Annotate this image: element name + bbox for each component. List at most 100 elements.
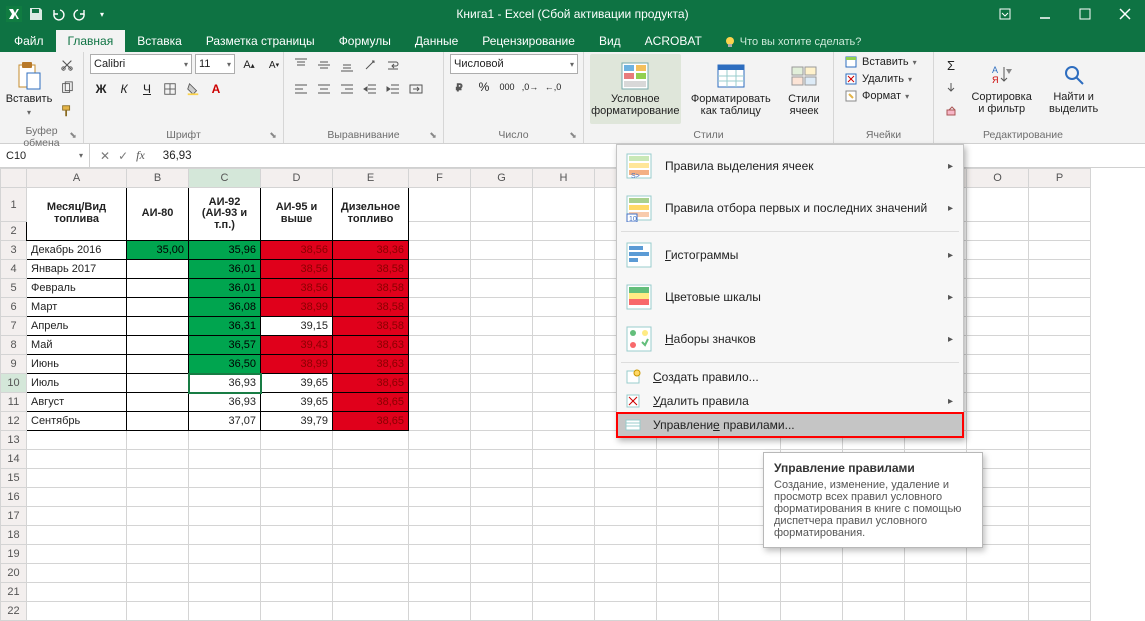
undo-icon[interactable] [50, 6, 66, 22]
align-bottom-icon[interactable] [336, 54, 358, 76]
cell-G12[interactable] [471, 412, 533, 431]
cell-D16[interactable] [261, 488, 333, 507]
cell-H2[interactable] [533, 222, 595, 241]
menu-color-scales[interactable]: Цветовые шкалы ▸ [617, 276, 963, 318]
format-as-table-button[interactable]: Форматировать как таблицу [685, 54, 777, 124]
cell-O7[interactable] [967, 317, 1029, 336]
cell-H21[interactable] [533, 583, 595, 602]
cell-P5[interactable] [1029, 279, 1091, 298]
cell-D15[interactable] [261, 469, 333, 488]
dialog-launcher-icon[interactable]: ⬊ [567, 129, 579, 141]
cell-F10[interactable] [409, 374, 471, 393]
cell-P14[interactable] [1029, 450, 1091, 469]
col-header-E[interactable]: E [333, 169, 409, 188]
cell-A10[interactable]: Июль [27, 374, 127, 393]
cell-J22[interactable] [657, 602, 719, 621]
increase-decimal-icon[interactable]: ,0→ [519, 76, 541, 98]
cell-O21[interactable] [967, 583, 1029, 602]
qat-customize-icon[interactable]: ▾ [94, 6, 110, 22]
cell-B22[interactable] [127, 602, 189, 621]
cell-E18[interactable] [333, 526, 409, 545]
cell-P12[interactable] [1029, 412, 1091, 431]
cell-D10[interactable]: 39,65 [261, 374, 333, 393]
cell-O12[interactable] [967, 412, 1029, 431]
cell-I16[interactable] [595, 488, 657, 507]
cell-H13[interactable] [533, 431, 595, 450]
dialog-launcher-icon[interactable]: ⬊ [67, 129, 79, 141]
row-header-14[interactable]: 14 [1, 450, 27, 469]
cell-H18[interactable] [533, 526, 595, 545]
cell-G14[interactable] [471, 450, 533, 469]
cell-P11[interactable] [1029, 393, 1091, 412]
fx-icon[interactable]: fx [136, 148, 145, 163]
cell-styles-button[interactable]: Стили ячеек [781, 54, 827, 124]
fill-color-button[interactable] [182, 78, 204, 100]
menu-icon-sets[interactable]: Наборы значков Наборы значков ▸ [617, 318, 963, 360]
cancel-formula-icon[interactable]: ✕ [100, 149, 110, 163]
cell-A7[interactable]: Апрель [27, 317, 127, 336]
sort-filter-button[interactable]: AЯ Сортировка и фильтр [964, 54, 1039, 124]
tab-formulas[interactable]: Формулы [327, 30, 403, 52]
cell-O8[interactable] [967, 336, 1029, 355]
cell-A12[interactable]: Сентябрь [27, 412, 127, 431]
close-icon[interactable] [1105, 0, 1145, 28]
cell-G20[interactable] [471, 564, 533, 583]
increase-indent-icon[interactable] [382, 78, 404, 100]
cell-P8[interactable] [1029, 336, 1091, 355]
cell-K20[interactable] [719, 564, 781, 583]
cell-F12[interactable] [409, 412, 471, 431]
cell-L21[interactable] [781, 583, 843, 602]
cell-E6[interactable]: 38,58 [333, 298, 409, 317]
row-header-12[interactable]: 12 [1, 412, 27, 431]
cell-G15[interactable] [471, 469, 533, 488]
cell-E13[interactable] [333, 431, 409, 450]
cell-C9[interactable]: 36,50 [189, 355, 261, 374]
cell-G6[interactable] [471, 298, 533, 317]
cell-H7[interactable] [533, 317, 595, 336]
cell-H6[interactable] [533, 298, 595, 317]
cell-E4[interactable]: 38,58 [333, 260, 409, 279]
cell-B5[interactable] [127, 279, 189, 298]
cell-H12[interactable] [533, 412, 595, 431]
cell-P17[interactable] [1029, 507, 1091, 526]
cell-H10[interactable] [533, 374, 595, 393]
cell-P18[interactable] [1029, 526, 1091, 545]
cell-H14[interactable] [533, 450, 595, 469]
tab-file[interactable]: Файл [2, 30, 56, 52]
select-all-corner[interactable] [1, 169, 27, 188]
cell-A4[interactable]: Январь 2017 [27, 260, 127, 279]
cell-I21[interactable] [595, 583, 657, 602]
cell-H15[interactable] [533, 469, 595, 488]
row-header-16[interactable]: 16 [1, 488, 27, 507]
cell-B21[interactable] [127, 583, 189, 602]
cell-A13[interactable] [27, 431, 127, 450]
cell-P2[interactable] [1029, 222, 1091, 241]
cell-D1[interactable]: АИ-95 и выше [261, 188, 333, 241]
cell-E12[interactable]: 38,65 [333, 412, 409, 431]
number-format-combo[interactable]: Числовой▾ [450, 54, 578, 74]
cell-A19[interactable] [27, 545, 127, 564]
cell-B13[interactable] [127, 431, 189, 450]
cell-K21[interactable] [719, 583, 781, 602]
cell-F19[interactable] [409, 545, 471, 564]
dialog-launcher-icon[interactable]: ⬊ [427, 129, 439, 141]
cell-H16[interactable] [533, 488, 595, 507]
cell-O3[interactable] [967, 241, 1029, 260]
cell-E20[interactable] [333, 564, 409, 583]
cell-C18[interactable] [189, 526, 261, 545]
cell-O2[interactable] [967, 222, 1029, 241]
cell-G18[interactable] [471, 526, 533, 545]
cell-C12[interactable]: 37,07 [189, 412, 261, 431]
cell-B19[interactable] [127, 545, 189, 564]
cell-P20[interactable] [1029, 564, 1091, 583]
cell-C22[interactable] [189, 602, 261, 621]
cell-D19[interactable] [261, 545, 333, 564]
col-header-H[interactable]: H [533, 169, 595, 188]
row-header-3[interactable]: 3 [1, 241, 27, 260]
cell-A9[interactable]: Июнь [27, 355, 127, 374]
tab-page-layout[interactable]: Разметка страницы [194, 30, 327, 52]
cell-E19[interactable] [333, 545, 409, 564]
format-cells-button[interactable]: Формат▾ [840, 88, 913, 104]
cell-F22[interactable] [409, 602, 471, 621]
row-header-1[interactable]: 1 [1, 188, 27, 222]
